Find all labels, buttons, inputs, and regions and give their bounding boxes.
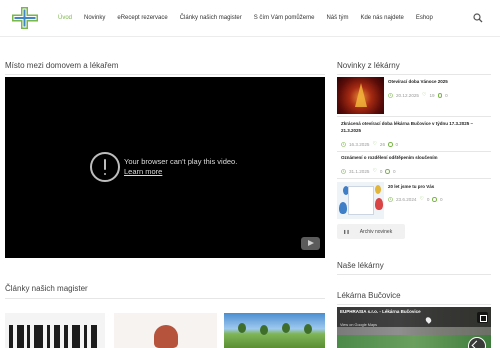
comment-icon[interactable] <box>385 169 390 174</box>
news-image-anniversary[interactable] <box>337 182 384 219</box>
heart-icon[interactable]: ♡ <box>372 142 376 147</box>
navigation-arrow-icon[interactable] <box>468 337 486 348</box>
nav-item-clanky[interactable]: Články našich magister <box>174 0 248 37</box>
clock-icon <box>341 169 346 174</box>
news-title[interactable]: Oznámení o rozdělení odštěpením sloučení… <box>341 155 491 162</box>
nav-item-erecept[interactable]: eRecept rezervace <box>111 0 173 37</box>
clock-icon <box>388 93 393 98</box>
news-date: 16.3.2025 <box>349 142 370 147</box>
news-title[interactable]: 20 let jsme tu pro Vás <box>388 184 491 191</box>
learn-more-link[interactable]: Learn more <box>124 167 162 176</box>
comment-icon[interactable] <box>437 93 443 98</box>
nav-item-uvod[interactable]: Úvod <box>52 0 78 37</box>
section-divider <box>5 74 325 75</box>
site-header: Úvod Novinky eRecept rezervace Články na… <box>0 0 500 37</box>
video-error-message: Your browser can't play this video. <box>124 157 238 166</box>
main-nav: Úvod Novinky eRecept rezervace Články na… <box>52 0 439 37</box>
articles-grid <box>5 313 325 348</box>
news-likes: 0 <box>426 197 430 202</box>
news-comments: 0 <box>445 93 448 98</box>
news-likes: 19 <box>429 93 435 98</box>
video-section-title: Místo mezi domovem a lékařem <box>5 61 119 70</box>
nav-item-nas-tym[interactable]: Náš tým <box>320 0 354 37</box>
news-likes: 0 <box>379 169 383 174</box>
news-archive-button[interactable]: ❚❚ Archiv novinek <box>337 224 405 239</box>
article-thumbnail[interactable] <box>114 313 217 348</box>
clock-icon <box>341 142 346 147</box>
news-date: 31.1.2025 <box>349 169 370 174</box>
section-divider <box>5 298 325 299</box>
news-title[interactable]: Otevírací doba Vánoce 2025 <box>388 79 491 86</box>
comment-icon[interactable] <box>432 197 437 202</box>
section-divider <box>337 74 491 75</box>
map-place-name[interactable]: EUPHRASIA s.r.o. - Lékárna Bučovice <box>340 309 421 314</box>
location-section-title: Lékárna Bučovice <box>337 291 401 300</box>
news-divider <box>337 178 491 179</box>
heart-icon[interactable]: ♡ <box>422 93 426 98</box>
nav-item-s-cim-pomuzeme[interactable]: S čím Vám pomůžeme <box>248 0 321 37</box>
nav-item-kde-nas-najdete[interactable]: Kde nás najdete <box>354 0 409 37</box>
news-date: 23.6.2024 <box>396 197 417 202</box>
clock-icon <box>388 197 393 202</box>
youtube-logo-icon[interactable] <box>301 237 320 250</box>
google-map-embed[interactable]: EUPHRASIA s.r.o. - Lékárna Bučovice View… <box>337 307 491 348</box>
news-divider <box>337 151 491 152</box>
news-meta: 31.1.2025 ♡ 0 0 <box>341 169 396 174</box>
video-player[interactable]: Your browser can't play this video. Lear… <box>5 77 325 258</box>
news-meta: 16.3.2025 ♡ 26 0 <box>341 142 398 147</box>
heart-icon[interactable]: ♡ <box>372 169 376 174</box>
news-title[interactable]: Zkrácená otevírací doba lékárna Bučovice… <box>341 121 491 134</box>
comment-icon[interactable] <box>388 142 393 147</box>
news-comments: 0 <box>395 142 399 147</box>
fullscreen-icon[interactable] <box>477 312 488 323</box>
warning-icon <box>90 152 120 182</box>
news-comments: 0 <box>439 197 443 202</box>
article-thumbnail[interactable] <box>5 313 105 348</box>
news-image-christmas[interactable] <box>337 77 384 114</box>
archive-icon: ❚❚ <box>343 229 350 234</box>
view-on-google-maps-link[interactable]: View on Google Maps <box>340 323 377 327</box>
news-comments: 0 <box>392 169 396 174</box>
news-meta: 20.12.2025 ♡ 19 0 <box>388 93 448 98</box>
news-divider <box>337 116 491 117</box>
section-divider <box>337 274 491 275</box>
search-icon[interactable] <box>472 12 484 24</box>
heart-icon[interactable]: ♡ <box>419 197 423 202</box>
section-divider <box>337 304 491 305</box>
news-meta: 23.6.2024 ♡ 0 0 <box>388 197 443 202</box>
news-likes: 26 <box>379 142 386 147</box>
nav-item-novinky[interactable]: Novinky <box>78 0 111 37</box>
nav-item-eshop[interactable]: Eshop <box>410 0 439 37</box>
archive-label: Archiv novinek <box>359 228 393 235</box>
pharmacies-section-title: Naše lékárny <box>337 261 384 270</box>
article-thumbnail[interactable] <box>224 313 325 348</box>
news-date: 20.12.2025 <box>396 93 419 98</box>
pharmacy-cross-logo[interactable] <box>12 7 38 29</box>
articles-section-title: Články našich magister <box>5 284 88 293</box>
news-section-title: Novinky z lékárny <box>337 61 400 70</box>
